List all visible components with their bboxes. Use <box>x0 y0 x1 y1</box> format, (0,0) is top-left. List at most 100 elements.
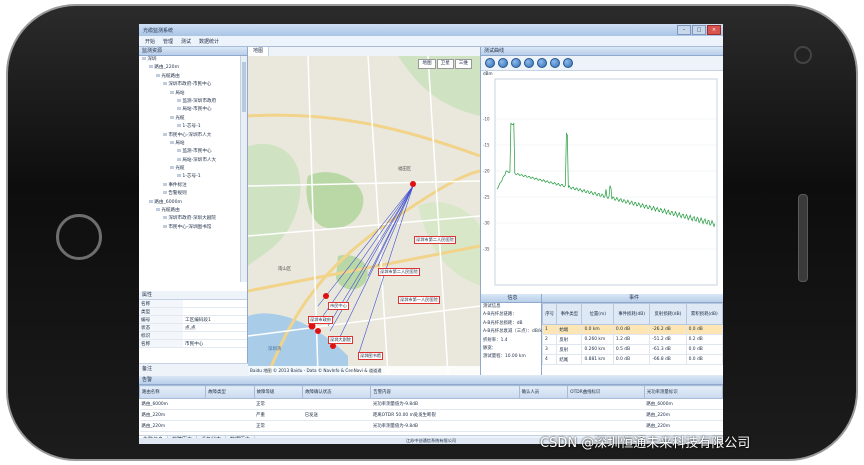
tree-item[interactable]: ⊟ 光缆路由 <box>139 207 240 215</box>
alarm-column-header[interactable]: 故障等级 <box>253 385 304 399</box>
tree-item[interactable]: ⊟ 市民中心-深圳市人大 <box>139 132 240 140</box>
tree-item[interactable]: ⊟ 局站 <box>139 140 240 148</box>
map-type-map[interactable]: 地图 <box>418 59 436 69</box>
menu-bar: 开始 管理 测试 数据统计 <box>139 36 723 47</box>
alarm-cell: 路由_6000m <box>139 398 206 410</box>
alarm-column-header[interactable]: 确认人员 <box>518 385 569 399</box>
tree-item[interactable]: ⊟ 局站-市民中心 <box>139 106 240 114</box>
tree-item[interactable]: ⊟ 深圳市政府-市民中心 <box>139 81 240 89</box>
tree-item[interactable]: ⊟ 深圳 <box>139 56 240 64</box>
event-cell: -26.2 dB <box>649 324 687 335</box>
property-row[interactable]: 编号 工区编码段1 <box>139 315 247 324</box>
events-column-header[interactable]: 序号 <box>541 303 558 325</box>
tree-item[interactable]: ⊟ 局站-深圳市人大 <box>139 157 240 165</box>
alarm-cell: 光功率测量值为-9.8dB <box>370 420 520 432</box>
alarm-cell <box>519 398 568 410</box>
map-label[interactable]: 深圳市政府 <box>308 316 333 324</box>
alarm-panel-title: 告警 <box>139 376 723 385</box>
map-label[interactable]: 市民中心 <box>328 302 349 310</box>
event-cell: 3 <box>541 344 558 355</box>
tree-item[interactable]: ⊟ 监测-深圳市政府 <box>139 98 240 106</box>
tree-item[interactable]: ⊟ 深圳市政府-深圳大剧院 <box>139 215 240 223</box>
close-button[interactable]: × <box>707 25 721 35</box>
summary-line: 测试信息 <box>483 304 501 309</box>
home-button[interactable] <box>56 214 102 260</box>
events-column-header[interactable]: 反射损耗(dB) <box>649 303 687 325</box>
resource-panel-title: 监测资源 <box>139 47 247 56</box>
map-canvas[interactable]: 深圳市第二人民医院 深圳市第二人民医院 深圳市第一人民医院 市民中心 深圳市政府… <box>248 56 480 375</box>
marker-a-icon[interactable] <box>550 58 560 68</box>
alarm-column-header[interactable]: OTDR曲线标识 <box>567 385 645 399</box>
map-label[interactable]: 深圳图书馆 <box>358 352 383 360</box>
tree-item[interactable]: ⊟ 光缆 <box>139 115 240 123</box>
zoom-out-icon[interactable] <box>498 58 508 68</box>
tree-item[interactable]: ⊟ 1-芯号-1 <box>139 123 240 131</box>
property-row[interactable]: 名称 <box>139 300 247 308</box>
alarm-column-header[interactable]: 路由名称 <box>139 385 207 399</box>
alarm-column-header[interactable]: 故障确认状态 <box>302 385 372 399</box>
map-label[interactable]: 深圳市第二人民医院 <box>414 236 456 244</box>
y-tick-label: -20 <box>483 169 490 174</box>
tree-item[interactable]: ⊟ 事件标注 <box>139 182 240 190</box>
property-row[interactable]: 名称 市民中心 <box>139 339 247 348</box>
property-key: 状态 <box>139 323 183 332</box>
alarm-row[interactable]: 路由_6000m 正常 光功率测量值为-9.8dB 路由_6000m <box>139 398 723 410</box>
watermark-text: CSDN @深圳恒通未来科技有限公司 <box>540 436 751 451</box>
menu-statistics[interactable]: 数据统计 <box>199 38 219 45</box>
tree-item[interactable]: ⊟ 路由_220m <box>139 64 240 72</box>
event-cell: 0.0 dB <box>685 354 723 365</box>
pan-right-icon[interactable] <box>524 58 534 68</box>
map-type-satellite[interactable]: 卫星 <box>436 59 454 69</box>
alarm-column-header[interactable]: 故障类型 <box>205 385 255 399</box>
alarm-row[interactable]: 路由_220m 严重 已发送 距离OTDR 50.00 m处发生断裂 路由_220m <box>139 409 723 421</box>
tree-scrollbar[interactable] <box>240 56 247 282</box>
property-key: 名称 <box>139 300 183 308</box>
tree-item[interactable]: ⊟ 路由_6000m <box>139 199 240 207</box>
tree-item[interactable]: ⊟ 光缆 <box>139 165 240 173</box>
minimize-button[interactable]: – <box>677 25 691 35</box>
alarm-column-header[interactable]: 光功率测量标识 <box>643 385 723 399</box>
event-cell: 0.0 dB <box>685 324 723 335</box>
alarm-cell: 正常 <box>254 420 303 432</box>
notes-label: 备注 <box>139 363 250 376</box>
otdr-graph[interactable]: dBm -10 -15 -20 -25 -30 -35 <box>481 71 723 293</box>
tree-item[interactable]: ⊟ 局站 <box>139 90 240 98</box>
alarm-cell <box>205 398 255 410</box>
pan-left-icon[interactable] <box>511 58 521 68</box>
tree-item[interactable]: ⊟ 1-芯号-1 <box>139 173 240 181</box>
menu-manage[interactable]: 管理 <box>163 38 173 45</box>
alarm-row[interactable]: 路由_220m 正常 光功率测量值为-9.8dB 路由_220m <box>139 420 723 432</box>
tree-item[interactable]: ⊟ 光缆路由 <box>139 73 240 81</box>
event-row[interactable]: 4 结尾 0.881 km 0.0 dB -66.8 dB 0.0 dB <box>541 354 723 365</box>
tree-item[interactable]: ⊟ 市民中心-深圳图书馆 <box>139 224 240 232</box>
reset-view-icon[interactable] <box>537 58 547 68</box>
tree-item-label: 深圳市政府-深圳大剧院 <box>168 216 216 222</box>
map-label[interactable]: 深圳市第一人民医院 <box>398 296 440 304</box>
map-type-3d[interactable]: 三维 <box>454 59 472 69</box>
event-row[interactable]: 1 始端 0.0 km 0.0 dB -26.2 dB 0.0 dB <box>541 324 723 335</box>
maximize-button[interactable]: □ <box>692 25 706 35</box>
event-row[interactable]: 2 反射 0.260 km 1.2 dB -51.2 dB 0.2 dB <box>541 334 723 345</box>
events-column-header[interactable]: 事件损耗(dB) <box>612 303 651 325</box>
event-row[interactable]: 3 反射 0.260 km 0.5 dB -61.3 dB 0.0 dB <box>541 344 723 355</box>
map-label[interactable]: 深圳市第二人民医院 <box>378 268 420 276</box>
map-label[interactable]: 深圳大剧院 <box>328 336 353 344</box>
menu-test[interactable]: 测试 <box>181 38 191 45</box>
tab-map[interactable]: 地图 <box>248 47 270 56</box>
alarm-column-header[interactable]: 告警内容 <box>370 385 520 399</box>
tree-item[interactable]: ⊟ 监测-市民中心 <box>139 148 240 156</box>
property-row[interactable]: 类型 <box>139 307 247 316</box>
property-row[interactable]: 状态 点,点 <box>139 323 247 332</box>
events-column-header[interactable]: 事件类型 <box>556 303 583 325</box>
tree-item-label: 局站 <box>175 140 185 146</box>
property-row[interactable]: 标识 <box>139 331 247 340</box>
events-column-header[interactable]: 累积损耗(dB) <box>685 303 723 325</box>
events-column-header[interactable]: 位置(m) <box>581 303 614 325</box>
tree-item-label: 光缆路由 <box>161 208 180 214</box>
tree-item[interactable]: ⊟ 告警规则 <box>139 190 240 198</box>
zoom-in-icon[interactable] <box>485 58 495 68</box>
tree-item-label: 光缆路由 <box>161 73 180 79</box>
menu-start[interactable]: 开始 <box>145 38 155 45</box>
alarm-cell <box>519 409 568 421</box>
info-icon[interactable] <box>563 58 573 68</box>
